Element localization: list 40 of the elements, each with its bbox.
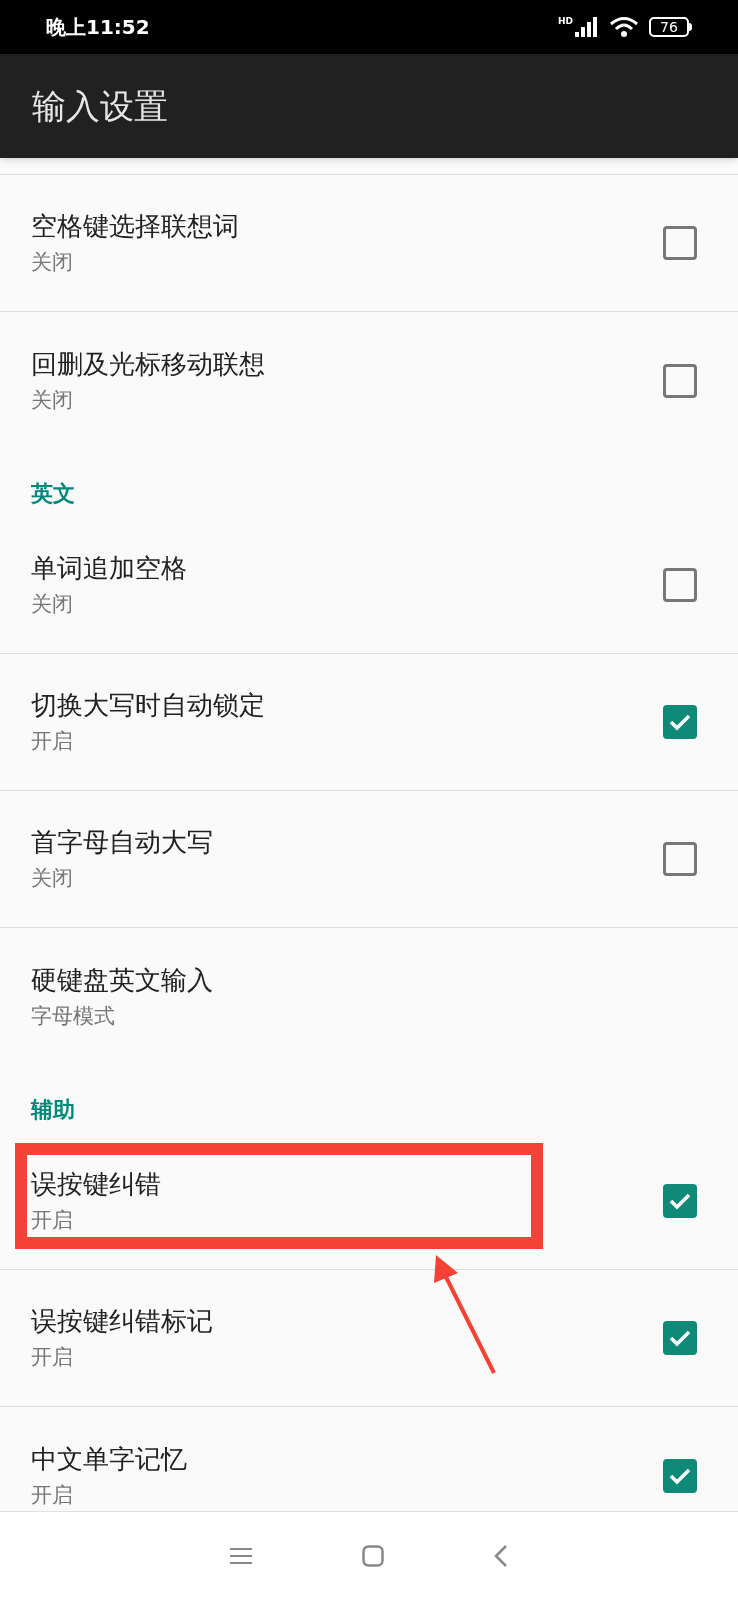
setting-summary: 开启: [31, 1207, 74, 1234]
setting-summary: 关闭: [31, 386, 74, 414]
checkbox[interactable]: [663, 1458, 697, 1493]
setting-summary: 开启: [31, 1481, 74, 1509]
setting-title: 中文单字记忆: [31, 1442, 187, 1476]
section-header: 辅助: [31, 1097, 75, 1122]
setting-summary: 字母模式: [31, 1002, 116, 1030]
setting-title: 单词追加空格: [31, 552, 187, 585]
network-label: HD: [558, 17, 573, 26]
home-icon[interactable]: [362, 1545, 384, 1567]
checkbox[interactable]: [663, 363, 697, 398]
setting-summary: 开启: [31, 728, 74, 755]
setting-title: 首字母自动大写: [31, 826, 213, 859]
checkbox[interactable]: [663, 226, 697, 260]
section-header: 英文: [31, 481, 75, 506]
checkbox[interactable]: [663, 1184, 697, 1218]
setting-title: 误按键纠错标记: [31, 1305, 213, 1338]
check-icon: [668, 1328, 692, 1348]
setting-title: 硬键盘英文输入: [31, 963, 213, 997]
setting-title: 回删及光标移动联想: [31, 347, 265, 381]
setting-summary: 开启: [31, 1344, 74, 1371]
check-icon: [668, 712, 692, 732]
setting-title: 空格键选择联想词: [31, 210, 239, 243]
back-icon[interactable]: [494, 1544, 508, 1568]
setting-summary: 关闭: [31, 591, 74, 618]
battery-level: 76: [660, 20, 678, 34]
check-icon: [668, 1191, 692, 1211]
setting-title: 切换大写时自动锁定: [31, 689, 265, 722]
setting-summary: 关闭: [31, 865, 74, 892]
checkbox[interactable]: [663, 842, 697, 876]
checkbox[interactable]: [663, 568, 697, 602]
wifi-icon: [609, 16, 639, 38]
status-time: 晚上11:52: [46, 14, 150, 41]
menu-icon[interactable]: [230, 1547, 252, 1565]
app-title: 输入设置: [32, 84, 168, 128]
signal-icon: [575, 17, 599, 37]
setting-title: 误按键纠错: [31, 1168, 161, 1201]
checkbox[interactable]: [663, 705, 697, 739]
setting-summary: 关闭: [31, 249, 74, 276]
checkbox[interactable]: [663, 1321, 697, 1355]
